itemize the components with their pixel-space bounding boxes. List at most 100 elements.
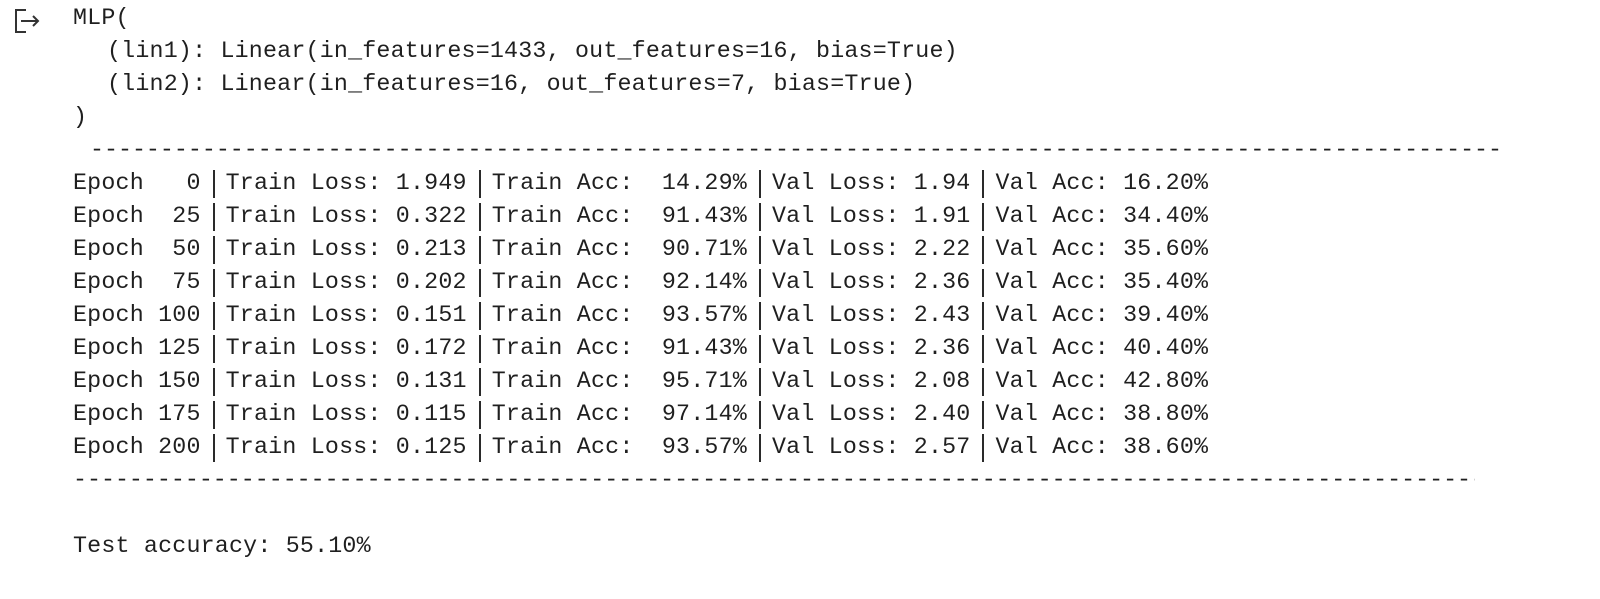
log-val-acc: Val Acc: 16.20%	[995, 170, 1209, 196]
log-epoch: Epoch 200	[73, 434, 201, 460]
column-separator	[478, 169, 481, 198]
column-separator	[982, 169, 985, 198]
log-epoch: Epoch 50	[73, 236, 201, 262]
column-separator	[758, 235, 761, 264]
log-val-loss: Val Loss: 1.91	[771, 203, 971, 229]
log-val-loss: Val Loss: 2.40	[771, 401, 971, 427]
top-separator-rule: ----------------------------------------…	[90, 137, 1505, 163]
column-separator	[212, 301, 215, 330]
column-separator	[212, 268, 215, 297]
output-redirect-icon	[14, 8, 42, 34]
cell-output: MLP( (lin1): Linear(in_features=1433, ou…	[73, 2, 1573, 563]
training-log: Epoch 0 Train Loss: 1.949 Train Acc: 14.29…	[73, 167, 1573, 464]
log-row: Epoch 175 Train Loss: 0.115 Train Acc: 97.…	[73, 398, 1573, 431]
column-separator	[982, 400, 985, 429]
column-separator	[478, 235, 481, 264]
log-epoch: Epoch 175	[73, 401, 201, 427]
log-epoch: Epoch 150	[73, 368, 201, 394]
log-val-loss: Val Loss: 2.36	[771, 335, 971, 361]
column-separator	[212, 367, 215, 396]
log-train-acc: Train Acc: 97.14%	[491, 401, 747, 427]
log-val-acc: Val Acc: 34.40%	[995, 203, 1209, 229]
log-val-acc: Val Acc: 42.80%	[995, 368, 1209, 394]
column-separator	[758, 367, 761, 396]
log-train-loss: Train Loss: 0.151	[225, 302, 467, 328]
log-val-loss: Val Loss: 2.08	[771, 368, 971, 394]
log-train-acc: Train Acc: 90.71%	[491, 236, 747, 262]
log-val-acc: Val Acc: 38.60%	[995, 434, 1209, 460]
column-separator	[478, 367, 481, 396]
log-train-loss: Train Loss: 0.131	[225, 368, 467, 394]
log-train-acc: Train Acc: 91.43%	[491, 203, 747, 229]
log-row: Epoch 75 Train Loss: 0.202 Train Acc: 92.1…	[73, 266, 1573, 299]
column-separator	[982, 367, 985, 396]
column-separator	[212, 334, 215, 363]
log-train-loss: Train Loss: 0.202	[225, 269, 467, 295]
model-header: MLP(	[73, 5, 130, 31]
column-separator	[478, 202, 481, 231]
log-train-acc: Train Acc: 93.57%	[491, 302, 747, 328]
log-val-loss: Val Loss: 1.94	[771, 170, 971, 196]
log-train-acc: Train Acc: 95.71%	[491, 368, 747, 394]
column-separator	[212, 169, 215, 198]
column-separator	[982, 301, 985, 330]
log-val-loss: Val Loss: 2.57	[771, 434, 971, 460]
column-separator	[758, 334, 761, 363]
log-row: Epoch 50 Train Loss: 0.213 Train Acc: 90.7…	[73, 233, 1573, 266]
log-val-acc: Val Acc: 35.40%	[995, 269, 1209, 295]
log-train-loss: Train Loss: 0.172	[225, 335, 467, 361]
column-separator	[758, 202, 761, 231]
column-separator	[982, 202, 985, 231]
log-val-acc: Val Acc: 39.40%	[995, 302, 1209, 328]
log-val-acc: Val Acc: 35.60%	[995, 236, 1209, 262]
column-separator	[212, 202, 215, 231]
log-row: Epoch 25 Train Loss: 0.322 Train Acc: 91.4…	[73, 200, 1573, 233]
log-val-loss: Val Loss: 2.22	[771, 236, 971, 262]
model-layer-lin1: (lin1): Linear(in_features=1433, out_fea…	[107, 38, 958, 64]
log-epoch: Epoch 125	[73, 335, 201, 361]
column-separator	[478, 400, 481, 429]
log-train-loss: Train Loss: 0.125	[225, 434, 467, 460]
column-separator	[478, 301, 481, 330]
column-separator	[982, 268, 985, 297]
column-separator	[758, 301, 761, 330]
column-separator	[982, 235, 985, 264]
model-layer-lin2: (lin2): Linear(in_features=16, out_featu…	[107, 71, 916, 97]
column-separator	[758, 268, 761, 297]
log-row: Epoch 125 Train Loss: 0.172 Train Acc: 91.…	[73, 332, 1573, 365]
model-footer: )	[73, 104, 88, 130]
log-epoch: Epoch 75	[73, 269, 201, 295]
log-row: Epoch 0 Train Loss: 1.949 Train Acc: 14.29…	[73, 167, 1573, 200]
bottom-separator-rule: ----------------------------------------…	[73, 467, 1475, 493]
log-train-acc: Train Acc: 14.29%	[491, 170, 747, 196]
column-separator	[758, 169, 761, 198]
column-separator	[212, 400, 215, 429]
log-val-loss: Val Loss: 2.43	[771, 302, 971, 328]
log-row: Epoch 200 Train Loss: 0.125 Train Acc: 93.…	[73, 431, 1573, 464]
log-val-acc: Val Acc: 40.40%	[995, 335, 1209, 361]
log-train-acc: Train Acc: 92.14%	[491, 269, 747, 295]
column-separator	[478, 433, 481, 462]
column-separator	[212, 433, 215, 462]
test-accuracy: Test accuracy: 55.10%	[73, 533, 371, 559]
column-separator	[758, 433, 761, 462]
log-train-loss: Train Loss: 0.115	[225, 401, 467, 427]
log-row: Epoch 100 Train Loss: 0.151 Train Acc: 93.…	[73, 299, 1573, 332]
column-separator	[212, 235, 215, 264]
log-val-loss: Val Loss: 2.36	[771, 269, 971, 295]
column-separator	[478, 334, 481, 363]
column-separator	[982, 334, 985, 363]
column-separator	[982, 433, 985, 462]
log-train-acc: Train Acc: 93.57%	[491, 434, 747, 460]
log-epoch: Epoch 25	[73, 203, 201, 229]
column-separator	[758, 400, 761, 429]
log-row: Epoch 150 Train Loss: 0.131 Train Acc: 95.…	[73, 365, 1573, 398]
log-train-acc: Train Acc: 91.43%	[491, 335, 747, 361]
log-epoch: Epoch 100	[73, 302, 201, 328]
log-train-loss: Train Loss: 0.213	[225, 236, 467, 262]
log-val-acc: Val Acc: 38.80%	[995, 401, 1209, 427]
column-separator	[478, 268, 481, 297]
log-train-loss: Train Loss: 1.949	[225, 170, 467, 196]
log-epoch: Epoch 0	[73, 170, 201, 196]
